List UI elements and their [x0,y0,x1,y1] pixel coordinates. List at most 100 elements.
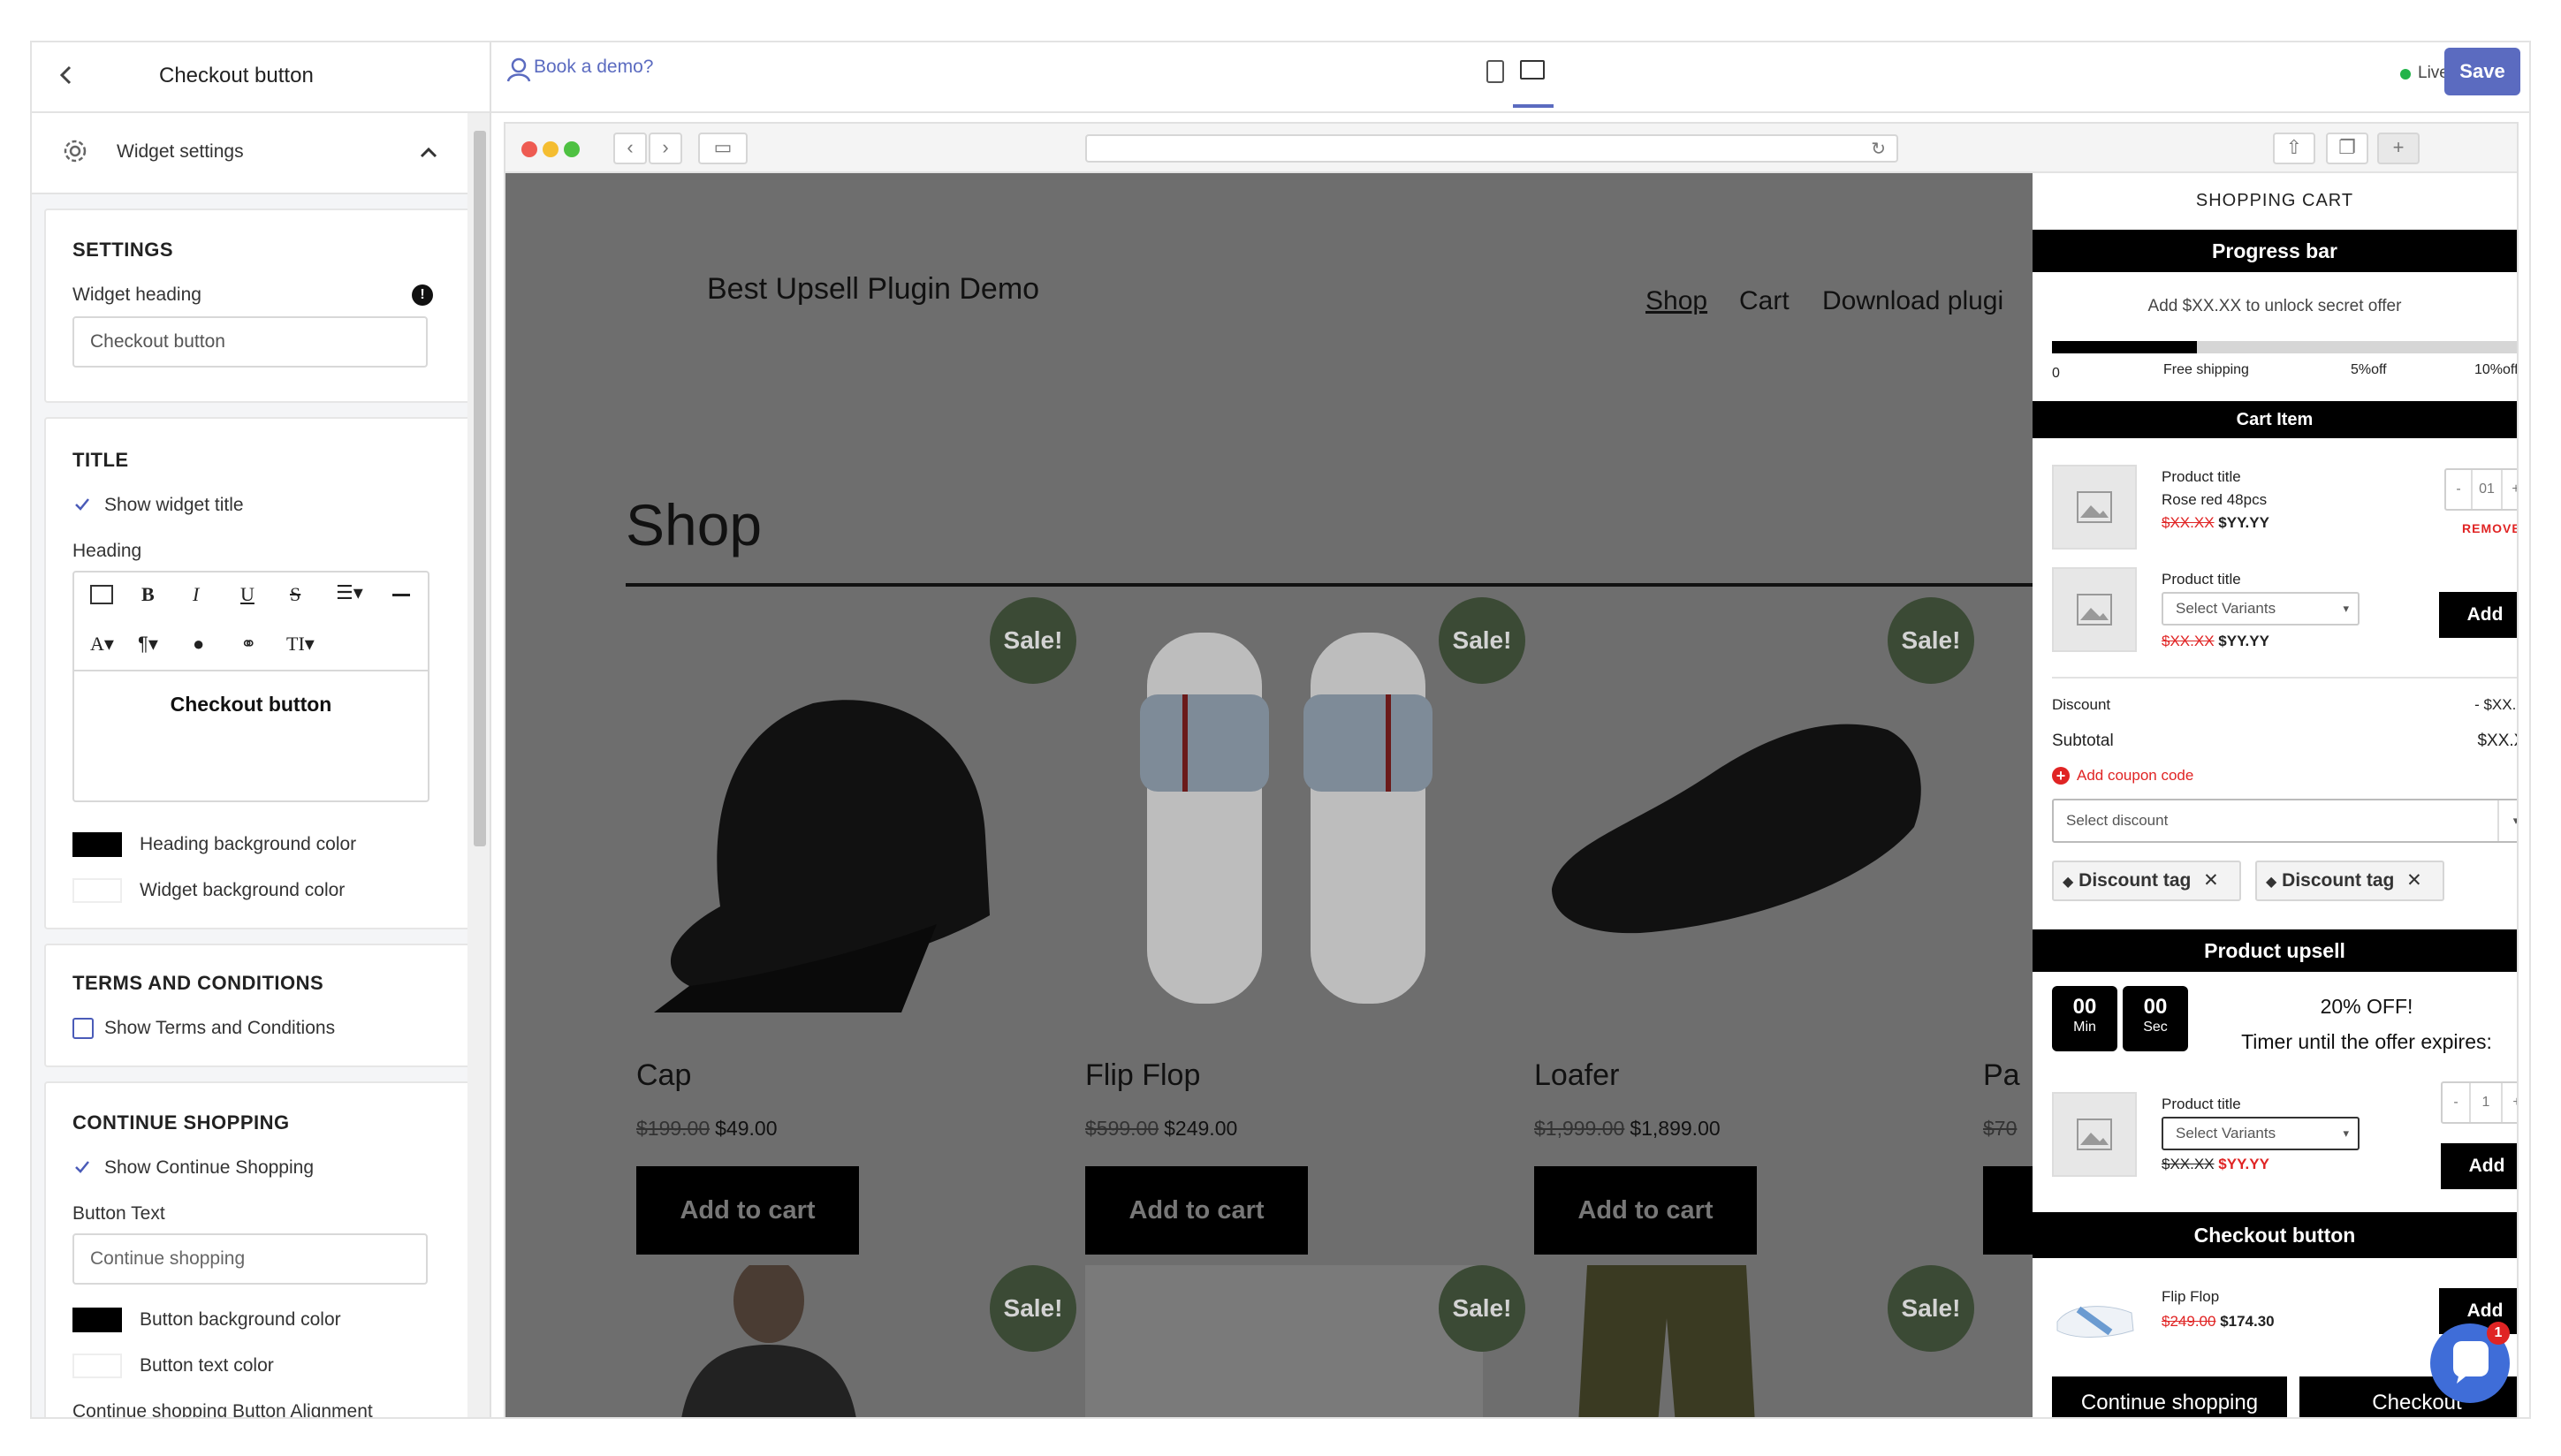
paragraph-icon[interactable]: ¶▾ [138,633,158,656]
share-icon[interactable]: ⇧ [2273,133,2315,164]
back-nav-icon[interactable]: ‹ [613,133,647,164]
upsell-add-button[interactable]: Add [2441,1143,2517,1189]
font-color-icon[interactable]: A▾ [90,633,114,656]
button-bg-swatch[interactable] [72,1308,122,1332]
continue-shopping-button[interactable]: Continue shopping [2052,1376,2287,1417]
live-dot [2400,69,2411,80]
tabs-icon[interactable]: ❐ [2326,133,2368,164]
nav-cart[interactable]: Cart [1739,286,1790,316]
increment-button[interactable]: + [2503,1083,2517,1122]
chat-launcher[interactable]: 1 [2430,1322,2510,1403]
sale-badge: Sale! [1888,1265,1974,1352]
discount-tag-label: Discount tag [2282,870,2395,891]
new-tab-icon[interactable]: + [2377,133,2420,164]
product-image-pants[interactable] [1534,1265,1799,1417]
desktop-view-icon[interactable] [1520,60,1545,80]
item-variant: Rose red 48pcs [2162,491,2268,508]
remove-tag-icon[interactable]: ✕ [2406,870,2422,891]
quantity-stepper[interactable]: - 01 + [2444,468,2517,511]
tablet-view-icon[interactable] [1486,60,1504,83]
nav-download[interactable]: Download plugi [1822,286,2003,316]
upsell-quantity-stepper[interactable]: - 1 + [2441,1081,2517,1124]
select-discount-label: Select discount [2066,812,2169,829]
app-window: Checkout button Widget settings SETTINGS… [30,41,2531,1419]
discount-tag[interactable]: ◆ Discount tag ✕ [2255,861,2444,901]
decrement-button[interactable]: - [2446,470,2473,509]
widget-bg-swatch[interactable] [72,878,122,903]
text-size-icon[interactable]: TI▾ [286,633,315,656]
chevron-down-icon: ▾ [2343,602,2349,615]
show-widget-title-label: Show widget title [104,495,244,515]
product-image-placeholder [2052,1092,2137,1177]
increment-button[interactable]: + [2503,470,2517,509]
sale-badge: Sale! [1439,597,1525,684]
chevron-up-icon[interactable] [417,141,440,164]
horizontal-rule-icon[interactable] [392,594,410,596]
product-image-shirt[interactable] [636,1258,901,1417]
product-name[interactable]: Flip Flop [1085,1058,1200,1093]
show-terms-checkbox[interactable] [72,1018,94,1039]
quantity-value[interactable]: 1 [2471,1083,2503,1122]
underline-icon[interactable]: U [240,583,255,606]
italic-icon[interactable]: I [193,583,199,606]
heading-editor-content[interactable]: Checkout button [74,693,428,717]
add-to-cart-button[interactable]: Add to cart [1534,1166,1757,1255]
bold-icon[interactable]: B [141,583,155,606]
info-icon[interactable]: ! [412,284,433,306]
upsell-variant-select-label: Select Variants [2176,1125,2276,1141]
widget-heading-input[interactable]: Checkout button [72,316,428,368]
nav-shop[interactable]: Shop [1645,286,1707,316]
sidebar-icon[interactable]: ▭ [698,133,748,164]
add-to-cart-button[interactable] [1983,1166,2033,1255]
site-title[interactable]: Best Upsell Plugin Demo [707,272,1039,307]
loafer-image[interactable] [1534,615,1932,1012]
add-to-cart-button[interactable]: Add to cart [636,1166,859,1255]
product-image-shoe[interactable] [1085,1265,1483,1417]
heading-divider [626,583,2033,587]
discount-tag[interactable]: ◆ Discount tag ✕ [2052,861,2241,901]
offer-subtitle: Timer until the offer expires: [2241,1030,2492,1053]
add-coupon-link[interactable]: Add coupon code [2077,767,2193,785]
image-icon[interactable] [90,585,113,604]
product-name[interactable]: Pa [1983,1058,2020,1093]
desktop-view-underline [1513,104,1554,108]
forward-nav-icon[interactable]: › [649,133,682,164]
upsell-variant-select[interactable]: Select Variants ▾ [2162,1117,2360,1150]
button-text-label: Button Text [72,1203,165,1224]
widget-heading-label: Widget heading [72,284,201,305]
back-icon[interactable] [53,62,80,88]
save-button[interactable]: Save [2444,48,2520,95]
button-text-color-swatch[interactable] [72,1354,122,1378]
link-icon[interactable]: ⚭ [240,633,256,656]
old-price: $199.00 [636,1117,711,1140]
quantity-value[interactable]: 01 [2473,470,2503,509]
scrollbar-thumb[interactable] [474,131,486,846]
flip-flop-image[interactable] [1085,615,1483,1012]
product-name[interactable]: Loafer [1534,1058,1619,1093]
heading-bg-swatch[interactable] [72,832,122,857]
plus-circle-icon[interactable]: + [2052,767,2070,785]
book-demo-link[interactable]: Book a demo? [534,57,653,78]
add-button[interactable]: Add [2439,592,2517,638]
align-icon[interactable]: ☰▾ [336,581,363,604]
sale-badge: Sale! [1888,597,1974,684]
variant-select[interactable]: Select Variants ▾ [2162,592,2360,626]
select-discount[interactable]: Select discount ▾ [2052,799,2517,843]
progress-message: Add $XX.XX to unlock secret offer [2147,297,2402,315]
show-continue-checkbox[interactable] [72,1157,92,1177]
add-to-cart-button[interactable]: Add to cart [1085,1166,1308,1255]
upsell-item-title: Product title [2162,1096,2241,1112]
remove-link[interactable]: REMOVE [2462,521,2517,535]
panel-scrollbar[interactable] [467,113,490,1417]
remove-tag-icon[interactable]: ✕ [2203,870,2219,891]
product-name[interactable]: Cap [636,1058,691,1093]
show-widget-title-checkbox[interactable] [72,495,92,514]
timer-sec-label: Sec [2143,1020,2168,1035]
cap-image[interactable] [636,615,1034,1012]
drop-icon[interactable]: ● [193,633,204,656]
widget-settings-toggle[interactable]: Widget settings [32,113,490,194]
decrement-button[interactable]: - [2443,1083,2471,1122]
strikethrough-icon[interactable]: S [290,583,300,606]
address-bar[interactable]: ↻ [1085,134,1898,163]
button-text-input[interactable]: Continue shopping [72,1233,428,1285]
